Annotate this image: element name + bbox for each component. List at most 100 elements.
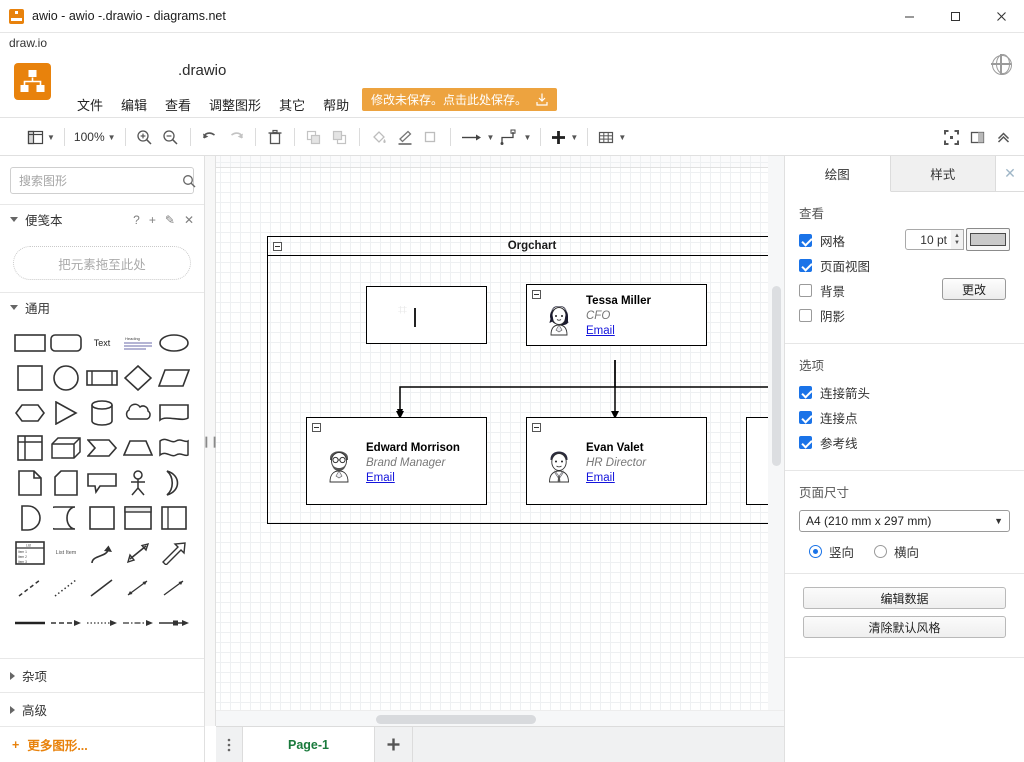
list-item-shape[interactable]: List Item	[49, 540, 83, 566]
zoom-out-button[interactable]	[158, 123, 184, 151]
connection-points-checkbox[interactable]	[799, 411, 812, 424]
container-shape[interactable]	[85, 505, 119, 531]
grid-color-swatch[interactable]	[966, 228, 1010, 251]
bring-to-front-button[interactable]	[301, 123, 327, 151]
rectangle-shape[interactable]	[13, 330, 47, 356]
textbox-shape[interactable]: Heading	[121, 330, 155, 356]
bidirectional-arrow-shape[interactable]	[121, 540, 155, 566]
horizontal-container-shape[interactable]	[157, 505, 191, 531]
search-icon[interactable]	[182, 174, 196, 188]
grid-size-stepper[interactable]: ▲▼	[951, 229, 964, 250]
and-shape[interactable]	[13, 505, 47, 531]
diamond-shape[interactable]	[121, 365, 155, 391]
triangle-shape[interactable]	[49, 400, 83, 426]
ellipse-shape[interactable]	[157, 330, 191, 356]
bidirectional-connector-shape[interactable]	[121, 575, 155, 601]
more-shapes-button[interactable]: + 更多图形...	[0, 726, 205, 762]
canvas-vertical-scrollbar[interactable]	[768, 156, 784, 710]
table-button[interactable]: ▼	[594, 123, 629, 151]
menu-file[interactable]: 文件	[68, 92, 112, 117]
dashed-line-shape[interactable]	[13, 575, 47, 601]
format-panel-icon[interactable]	[964, 123, 990, 151]
process-shape[interactable]	[85, 365, 119, 391]
maximize-button[interactable]	[932, 0, 978, 33]
menu-arrange[interactable]: 调整图形	[200, 92, 270, 117]
panel-splitter[interactable]: ❙❙	[205, 156, 216, 726]
guides-checkbox[interactable]	[799, 436, 812, 449]
minimize-button[interactable]	[886, 0, 932, 33]
canvas-horizontal-scrollbar[interactable]	[216, 710, 784, 726]
background-checkbox[interactable]	[799, 284, 812, 297]
internal-storage-shape[interactable]	[13, 435, 47, 461]
insert-button[interactable]: ▼	[547, 123, 581, 151]
step-shape[interactable]	[85, 435, 119, 461]
send-to-back-button[interactable]	[327, 123, 353, 151]
help-icon[interactable]: ?	[133, 213, 140, 227]
unsaved-changes-button[interactable]: 修改未保存。点击此处保存。	[362, 88, 557, 111]
arrow-shape[interactable]	[157, 540, 191, 566]
search-input[interactable]	[11, 174, 182, 188]
tab-diagram[interactable]: 绘图	[785, 156, 891, 192]
horizontal-scroll-thumb[interactable]	[376, 715, 536, 724]
cylinder-shape[interactable]	[85, 400, 119, 426]
grid-size-input[interactable]: 10 pt	[905, 229, 952, 250]
vertical-container-shape[interactable]	[121, 505, 155, 531]
callout-shape[interactable]	[85, 470, 119, 496]
close-icon[interactable]: ✕	[184, 213, 194, 227]
card-shape[interactable]	[49, 470, 83, 496]
page-menu-icon[interactable]	[216, 727, 242, 762]
plain-line-shape[interactable]	[13, 610, 47, 636]
edit-data-button[interactable]: 编辑数据	[803, 587, 1006, 609]
radio-landscape[interactable]	[874, 545, 887, 558]
data-storage-shape[interactable]	[49, 505, 83, 531]
edit-pencil-icon[interactable]: ✎	[165, 213, 175, 227]
undo-button[interactable]	[197, 123, 223, 151]
menu-edit[interactable]: 编辑	[112, 92, 156, 117]
rounded-rectangle-shape[interactable]	[49, 330, 83, 356]
link-shape[interactable]	[157, 610, 191, 636]
clear-default-style-button[interactable]: 清除默认风格	[803, 616, 1006, 638]
parallelogram-shape[interactable]	[157, 365, 191, 391]
menu-extras[interactable]: 其它	[270, 92, 314, 117]
fill-color-button[interactable]	[366, 123, 392, 151]
node-email-link[interactable]: Email	[586, 472, 615, 484]
menu-help[interactable]: 帮助	[314, 92, 358, 117]
tape-shape[interactable]	[157, 435, 191, 461]
change-background-button[interactable]: 更改	[942, 278, 1006, 300]
diagram-canvas[interactable]: Orgchart ⌗	[216, 156, 784, 726]
curved-arrow-shape[interactable]	[85, 540, 119, 566]
add-icon[interactable]: +	[149, 213, 156, 227]
square-shape[interactable]	[13, 365, 47, 391]
redo-button[interactable]	[223, 123, 249, 151]
view-layout-button[interactable]: ▼	[24, 123, 58, 151]
circle-shape[interactable]	[49, 365, 83, 391]
text-shape[interactable]: Text	[85, 330, 119, 356]
directional-connector-shape[interactable]	[157, 575, 191, 601]
vertical-scroll-thumb[interactable]	[772, 286, 781, 466]
node-evan-valet[interactable]: Evan Valet HR Director Email	[526, 417, 707, 505]
collapse-minus-icon[interactable]	[312, 423, 321, 432]
actor-shape[interactable]	[121, 470, 155, 496]
search-shapes-box[interactable]	[10, 167, 194, 194]
trapezoid-shape[interactable]	[121, 435, 155, 461]
shadow-checkbox[interactable]	[799, 309, 812, 322]
add-page-button[interactable]	[375, 727, 413, 762]
page-size-select[interactable]: A4 (210 mm x 297 mm) ▼	[799, 510, 1010, 532]
orientation-landscape[interactable]: 横向	[874, 542, 919, 561]
dotted-arrow-shape[interactable]	[85, 610, 119, 636]
connection-arrow-button[interactable]: ▼	[457, 123, 498, 151]
radio-portrait[interactable]	[809, 545, 822, 558]
section-advanced[interactable]: 高级	[0, 692, 205, 726]
page-view-checkbox[interactable]	[799, 259, 812, 272]
cube-shape[interactable]	[49, 435, 83, 461]
page-tab-page-1[interactable]: Page-1	[242, 727, 375, 762]
fullscreen-icon[interactable]	[938, 123, 964, 151]
line-color-button[interactable]	[392, 123, 418, 151]
hexagon-shape[interactable]	[13, 400, 47, 426]
waypoint-button[interactable]: ▼	[497, 123, 534, 151]
scratchpad-dropzone[interactable]: 把元素拖至此处	[13, 246, 191, 280]
node-edward-morrison[interactable]: Edward Morrison Brand Manager Email	[306, 417, 487, 505]
grid-checkbox[interactable]	[799, 234, 812, 247]
zoom-level-button[interactable]: 100% ▼	[71, 123, 119, 151]
menu-view[interactable]: 查看	[156, 92, 200, 117]
